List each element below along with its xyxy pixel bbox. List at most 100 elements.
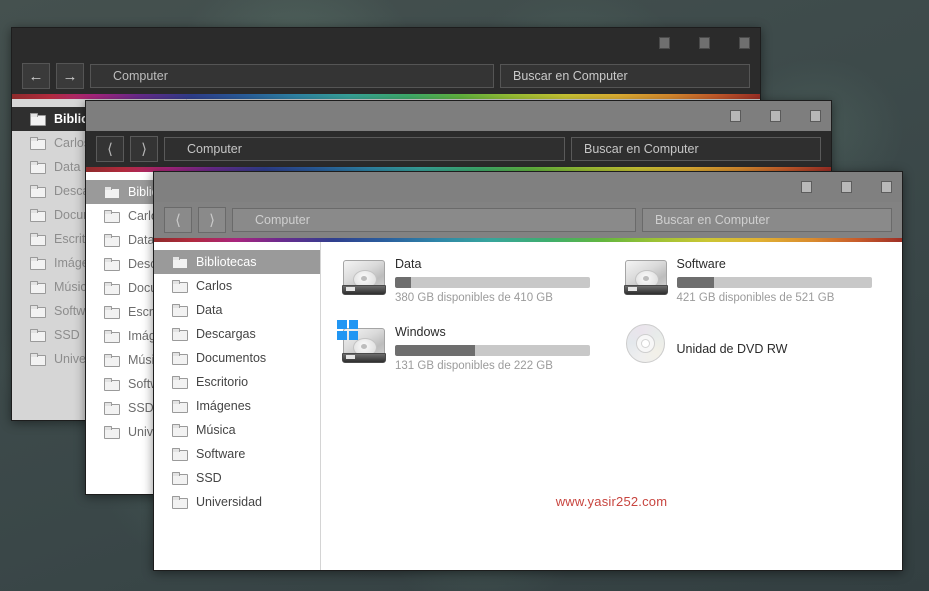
back-chevron-icon[interactable]: ⟨ — [96, 136, 124, 162]
folder-icon — [172, 328, 187, 340]
windows-logo-icon — [337, 320, 358, 340]
forward-arrow-icon[interactable]: → — [56, 63, 84, 89]
drive-name: Windows — [395, 325, 605, 340]
close-button[interactable] — [810, 110, 821, 122]
close-button[interactable] — [881, 181, 892, 193]
minimize-button[interactable] — [659, 37, 670, 49]
sidebar-item-label: Universidad — [196, 495, 262, 509]
drive-name: Software — [677, 257, 887, 272]
drive-item-dvd[interactable]: Unidad de DVD RW — [623, 323, 887, 377]
window-controls[interactable] — [730, 101, 821, 131]
watermark-text: www.yasir252.com — [321, 494, 902, 509]
drive-free-space: 131 GB disponibles de 222 GB — [395, 360, 605, 373]
navigation-toolbar[interactable]: ← → Computer Buscar en Computer — [12, 58, 760, 94]
folder-icon — [30, 353, 45, 365]
folder-icon — [104, 234, 119, 246]
address-bar[interactable]: Computer — [164, 137, 565, 161]
folder-icon — [30, 329, 45, 341]
folder-icon — [30, 161, 45, 173]
maximize-button[interactable] — [699, 37, 710, 49]
folder-icon — [172, 280, 187, 292]
folder-icon — [172, 448, 187, 460]
capacity-bar — [395, 345, 590, 356]
sidebar-item-software[interactable]: Software — [154, 442, 320, 466]
folder-icon — [30, 185, 45, 197]
folder-icon — [30, 257, 45, 269]
titlebar[interactable] — [154, 172, 902, 202]
address-bar[interactable]: Computer — [90, 64, 494, 88]
sidebar-item-data[interactable]: Data — [154, 298, 320, 322]
sidebar-item-label: Carlos — [196, 279, 232, 293]
back-chevron-icon[interactable]: ⟨ — [164, 207, 192, 233]
sidebar-item-label: Software — [196, 447, 245, 461]
maximize-button[interactable] — [770, 110, 781, 122]
search-input[interactable]: Buscar en Computer — [500, 64, 750, 88]
search-input[interactable]: Buscar en Computer — [571, 137, 821, 161]
navigation-sidebar[interactable]: Bibliotecas Carlos Data Descargas Docume… — [154, 242, 321, 570]
drive-item-software[interactable]: Software 421 GB disponibles de 521 GB — [623, 255, 887, 309]
folder-icon — [172, 472, 187, 484]
folder-icon — [172, 496, 187, 508]
minimize-button[interactable] — [730, 110, 741, 122]
sidebar-item-label: Imágenes — [196, 399, 251, 413]
folder-icon — [30, 305, 45, 317]
sidebar-item-musica[interactable]: Música — [154, 418, 320, 442]
titlebar[interactable] — [12, 28, 760, 58]
sidebar-item-label: Bibliotecas — [196, 255, 256, 269]
folder-icon — [172, 352, 187, 364]
file-explorer-window-front[interactable]: ⟨ ⟩ Computer Buscar en Computer Bibliote… — [153, 171, 903, 571]
folder-icon — [104, 258, 119, 270]
window-controls[interactable] — [801, 172, 892, 202]
drive-name: Data — [395, 257, 605, 272]
drive-free-space: 421 GB disponibles de 521 GB — [677, 292, 887, 305]
titlebar[interactable] — [86, 101, 831, 131]
folder-icon — [30, 281, 45, 293]
folder-icon — [104, 282, 119, 294]
folder-icon — [104, 330, 119, 342]
sidebar-item-descargas[interactable]: Descargas — [154, 322, 320, 346]
maximize-button[interactable] — [841, 181, 852, 193]
folder-icon — [104, 210, 119, 222]
sidebar-item-documentos[interactable]: Documentos — [154, 346, 320, 370]
sidebar-item-label: SSD — [54, 328, 80, 342]
close-button[interactable] — [739, 37, 750, 49]
sidebar-item-label: Música — [196, 423, 236, 437]
folder-icon — [172, 400, 187, 412]
sidebar-item-universidad[interactable]: Universidad — [154, 490, 320, 514]
folder-icon — [172, 304, 187, 316]
drive-free-space: 380 GB disponibles de 410 GB — [395, 292, 605, 305]
dvd-drive-icon — [623, 323, 667, 363]
drive-item-data[interactable]: Data 380 GB disponibles de 410 GB — [341, 255, 605, 309]
navigation-toolbar[interactable]: ⟨ ⟩ Computer Buscar en Computer — [154, 202, 902, 238]
forward-chevron-icon[interactable]: ⟩ — [198, 207, 226, 233]
search-input[interactable]: Buscar en Computer — [642, 208, 892, 232]
hard-drive-icon — [623, 255, 667, 295]
back-arrow-icon[interactable]: ← — [22, 63, 50, 89]
sidebar-item-label: Data — [196, 303, 222, 317]
sidebar-item-carlos[interactable]: Carlos — [154, 274, 320, 298]
sidebar-item-bibliotecas[interactable]: Bibliotecas — [154, 250, 320, 274]
forward-chevron-icon[interactable]: ⟩ — [130, 136, 158, 162]
folder-icon — [172, 376, 187, 388]
sidebar-item-imagenes[interactable]: Imágenes — [154, 394, 320, 418]
sidebar-item-ssd[interactable]: SSD — [154, 466, 320, 490]
minimize-button[interactable] — [801, 181, 812, 193]
sidebar-item-label: Data — [128, 233, 154, 247]
folder-icon — [104, 402, 119, 414]
sidebar-item-label: SSD — [196, 471, 222, 485]
sidebar-item-label: SSD — [128, 401, 154, 415]
folder-icon — [104, 378, 119, 390]
navigation-toolbar[interactable]: ⟨ ⟩ Computer Buscar en Computer — [86, 131, 831, 167]
drives-grid: Data 380 GB disponibles de 410 GB Softwa… — [321, 242, 902, 377]
folder-icon — [104, 186, 119, 198]
address-bar[interactable]: Computer — [232, 208, 636, 232]
window-controls[interactable] — [659, 28, 750, 58]
drive-item-windows[interactable]: Windows 131 GB disponibles de 222 GB — [341, 323, 605, 377]
folder-icon — [172, 424, 187, 436]
content-pane: Data 380 GB disponibles de 410 GB Softwa… — [321, 242, 902, 570]
sidebar-item-label: Escritorio — [196, 375, 248, 389]
folder-icon — [30, 137, 45, 149]
hard-drive-icon — [341, 323, 385, 363]
folder-icon — [30, 209, 45, 221]
sidebar-item-escritorio[interactable]: Escritorio — [154, 370, 320, 394]
